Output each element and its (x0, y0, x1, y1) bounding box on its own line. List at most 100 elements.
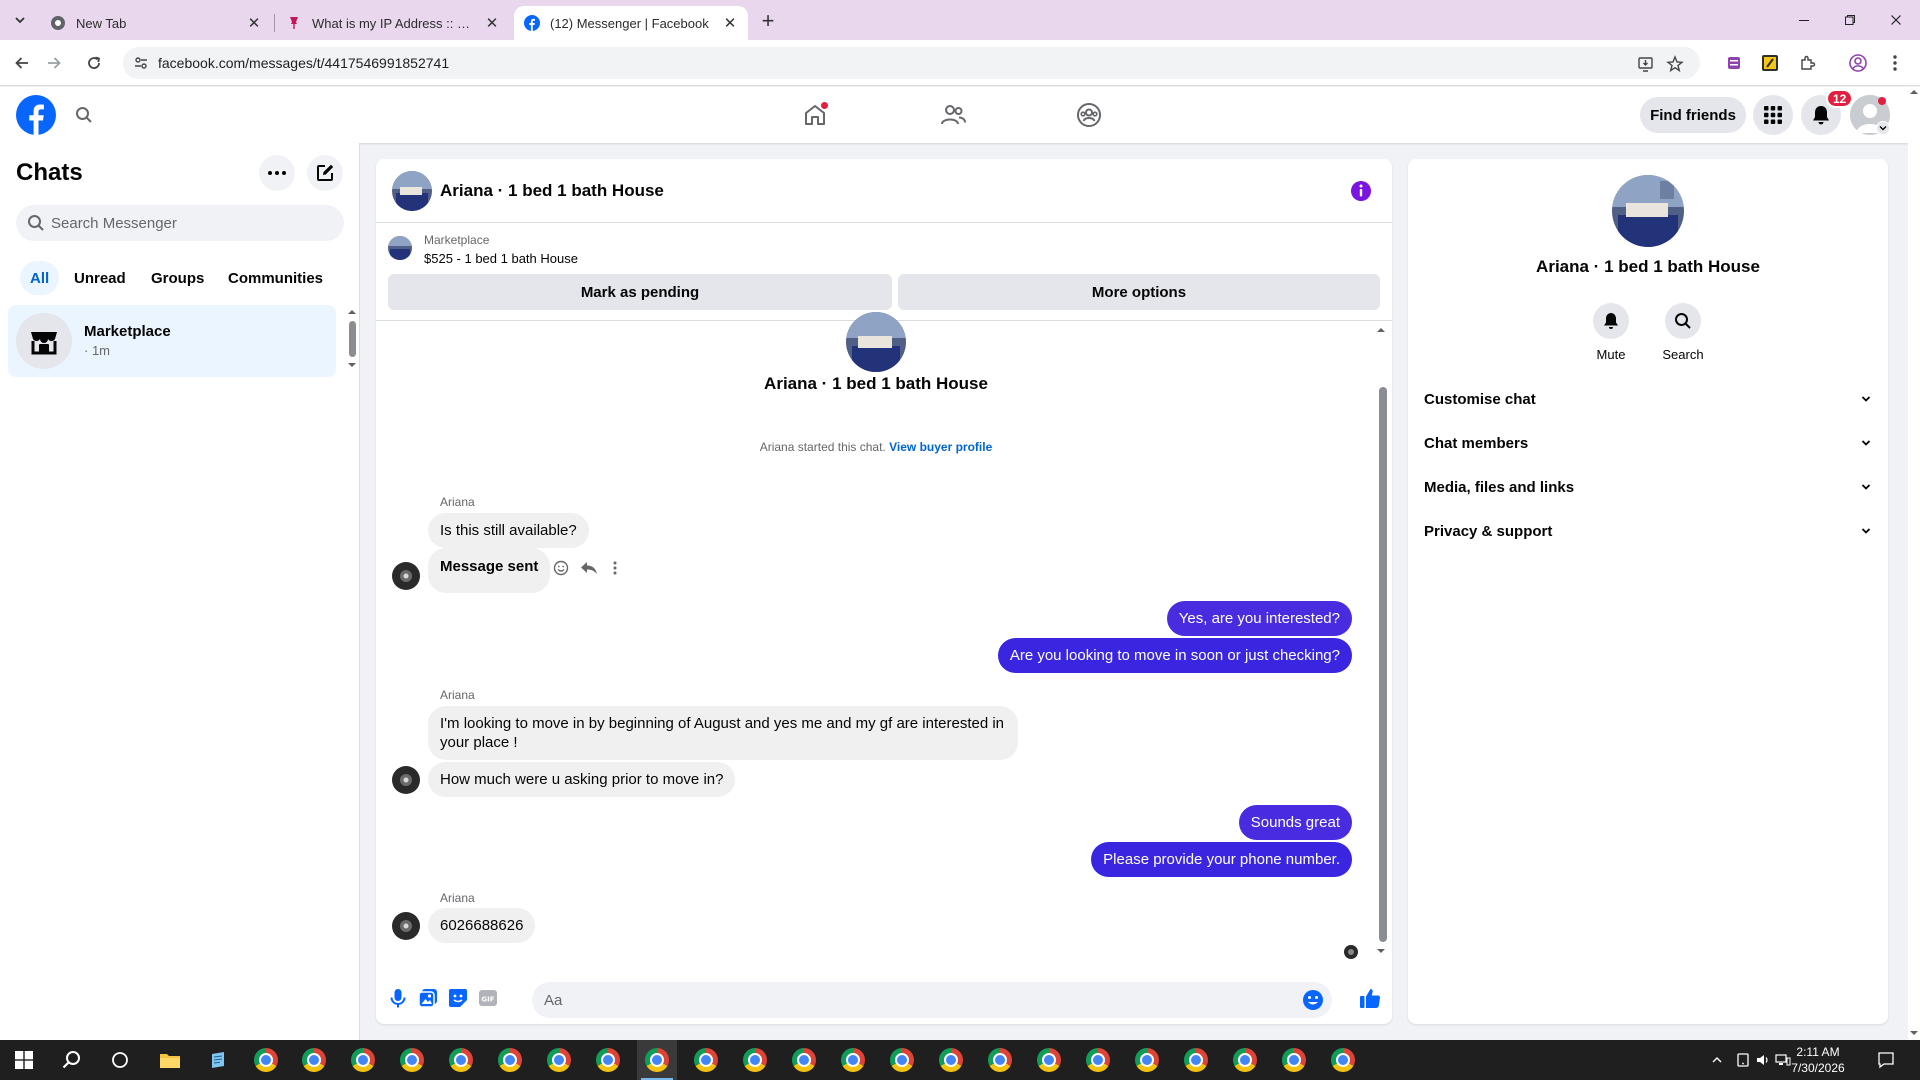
filter-all[interactable]: All (20, 261, 60, 295)
chrome-taskbar-icon[interactable] (931, 1040, 971, 1080)
more-options-button[interactable]: More options (898, 274, 1380, 310)
profile-icon[interactable] (1845, 50, 1871, 76)
chrome-taskbar-icon[interactable] (294, 1040, 334, 1080)
chrome-taskbar-icon[interactable] (735, 1040, 775, 1080)
file-explorer-icon[interactable] (150, 1040, 190, 1080)
tray-device-icon[interactable] (1733, 1050, 1753, 1070)
customise-chat-section[interactable]: Customise chat (1424, 381, 1872, 417)
outgoing-message[interactable]: Please provide your phone number. (1091, 842, 1352, 877)
more-options-icon[interactable] (259, 155, 295, 191)
microphone-icon[interactable] (386, 986, 410, 1010)
chrome-taskbar-icon[interactable] (1127, 1040, 1167, 1080)
page-scrollbar[interactable] (1908, 87, 1920, 1040)
chrome-taskbar-icon[interactable] (539, 1040, 579, 1080)
incoming-message[interactable]: I'm looking to move in by beginning of A… (428, 706, 1018, 760)
chrome-taskbar-icon[interactable] (1029, 1040, 1069, 1080)
search-messenger-input[interactable] (51, 205, 331, 241)
taskbar-clock[interactable]: 2:11 AM 7/30/2026 (1780, 1044, 1856, 1076)
conversation-title[interactable]: Ariana · 1 bed 1 bath House (440, 181, 664, 201)
privacy-support-section[interactable]: Privacy & support (1424, 513, 1872, 549)
friends-icon[interactable] (933, 97, 973, 133)
close-tab-icon[interactable]: ✕ (246, 15, 262, 32)
incoming-message[interactable]: Message sent (428, 548, 551, 593)
chrome-taskbar-icon[interactable] (490, 1040, 530, 1080)
menu-grid-icon[interactable] (1753, 95, 1793, 135)
tab-new-tab[interactable]: New Tab ✕ (40, 6, 272, 40)
forward-arrow-icon[interactable] (40, 50, 68, 76)
chrome-taskbar-icon[interactable] (980, 1040, 1020, 1080)
url-text[interactable]: facebook.com/messages/t/4417546991852741 (158, 55, 449, 71)
tab-search-chevron-icon[interactable] (8, 9, 32, 31)
chrome-taskbar-icon[interactable] (441, 1040, 481, 1080)
chrome-taskbar-icon[interactable] (1176, 1040, 1216, 1080)
chrome-taskbar-icon[interactable] (343, 1040, 383, 1080)
home-icon[interactable] (795, 97, 835, 133)
back-arrow-icon[interactable] (8, 50, 36, 76)
scroll-up-arrow-icon[interactable] (1376, 327, 1386, 333)
filter-unread[interactable]: Unread (64, 261, 136, 295)
close-tab-icon[interactable]: ✕ (484, 15, 500, 32)
view-buyer-profile-link[interactable]: View buyer profile (889, 440, 992, 454)
outgoing-message[interactable]: Are you looking to move in soon or just … (997, 638, 1352, 673)
filter-communities[interactable]: Communities (218, 261, 333, 295)
incoming-message[interactable]: Is this still available? (428, 513, 589, 548)
listing-price[interactable]: $525 - 1 bed 1 bath House (424, 251, 578, 266)
chrome-taskbar-icon[interactable] (686, 1040, 726, 1080)
chrome-taskbar-icon-active[interactable] (637, 1040, 677, 1080)
action-center-icon[interactable] (1876, 1050, 1896, 1070)
scroll-down-arrow-icon[interactable] (1376, 948, 1386, 954)
notepad-icon[interactable] (198, 1040, 238, 1080)
incoming-message[interactable]: How much were u asking prior to move in? (428, 762, 736, 797)
chrome-taskbar-icon[interactable] (882, 1040, 922, 1080)
like-thumbs-up-icon[interactable] (1358, 986, 1382, 1010)
message-input-box[interactable] (532, 982, 1332, 1018)
windows-start-icon[interactable] (4, 1040, 44, 1080)
facebook-logo-icon[interactable] (16, 95, 56, 135)
chrome-taskbar-icon[interactable] (1078, 1040, 1118, 1080)
react-smiley-icon[interactable] (550, 557, 572, 579)
chrome-taskbar-icon[interactable] (1225, 1040, 1265, 1080)
chrome-taskbar-icon[interactable] (246, 1040, 286, 1080)
chrome-taskbar-icon[interactable] (588, 1040, 628, 1080)
scroll-down-arrow-icon[interactable] (347, 362, 357, 368)
chat-members-section[interactable]: Chat members (1424, 425, 1872, 461)
restore-icon[interactable] (1834, 8, 1866, 32)
mark-as-pending-button[interactable]: Mark as pending (388, 274, 892, 310)
chrome-taskbar-icon[interactable] (392, 1040, 432, 1080)
contact-avatar[interactable] (392, 171, 432, 211)
bell-icon[interactable] (1593, 303, 1629, 339)
reply-arrow-icon[interactable] (578, 557, 600, 579)
search-icon[interactable] (1665, 303, 1701, 339)
tray-chevron-up-icon[interactable] (1707, 1050, 1727, 1070)
chrome-taskbar-icon[interactable] (784, 1040, 824, 1080)
new-message-icon[interactable] (307, 155, 343, 191)
new-tab-button[interactable]: + (755, 8, 781, 33)
messenger-search[interactable] (16, 205, 344, 241)
find-friends-button[interactable]: Find friends (1640, 97, 1746, 133)
minimize-icon[interactable] (1788, 8, 1820, 32)
close-tab-icon[interactable]: ✕ (722, 15, 738, 32)
details-avatar[interactable] (1612, 175, 1684, 247)
chrome-taskbar-icon[interactable] (1323, 1040, 1363, 1080)
search-action[interactable]: Search (1648, 303, 1718, 362)
message-scrollbar[interactable] (1379, 387, 1387, 942)
chat-list-scrollbar[interactable] (349, 321, 356, 357)
speaker-icon[interactable] (1753, 1050, 1773, 1070)
gif-icon[interactable]: GIF (476, 986, 500, 1010)
site-info-icon[interactable] (133, 55, 149, 71)
chrome-taskbar-icon[interactable] (833, 1040, 873, 1080)
outgoing-message[interactable]: Sounds great (1238, 805, 1352, 840)
media-files-links-section[interactable]: Media, files and links (1424, 469, 1872, 505)
chrome-taskbar-icon[interactable] (1274, 1040, 1314, 1080)
emoji-icon[interactable] (1302, 989, 1324, 1011)
scroll-up-arrow-icon[interactable] (347, 309, 357, 315)
incoming-message[interactable]: 6026688626 (428, 908, 536, 943)
outgoing-message[interactable]: Yes, are you interested? (1166, 601, 1352, 636)
photo-gallery-icon[interactable] (416, 986, 440, 1010)
filter-groups[interactable]: Groups (141, 261, 214, 295)
reload-icon[interactable] (80, 50, 108, 76)
message-input[interactable] (544, 982, 1284, 1018)
account-chevron-down-icon[interactable] (1876, 121, 1890, 135)
address-bar[interactable]: facebook.com/messages/t/4417546991852741 (123, 47, 1700, 79)
search-icon[interactable] (64, 99, 104, 131)
